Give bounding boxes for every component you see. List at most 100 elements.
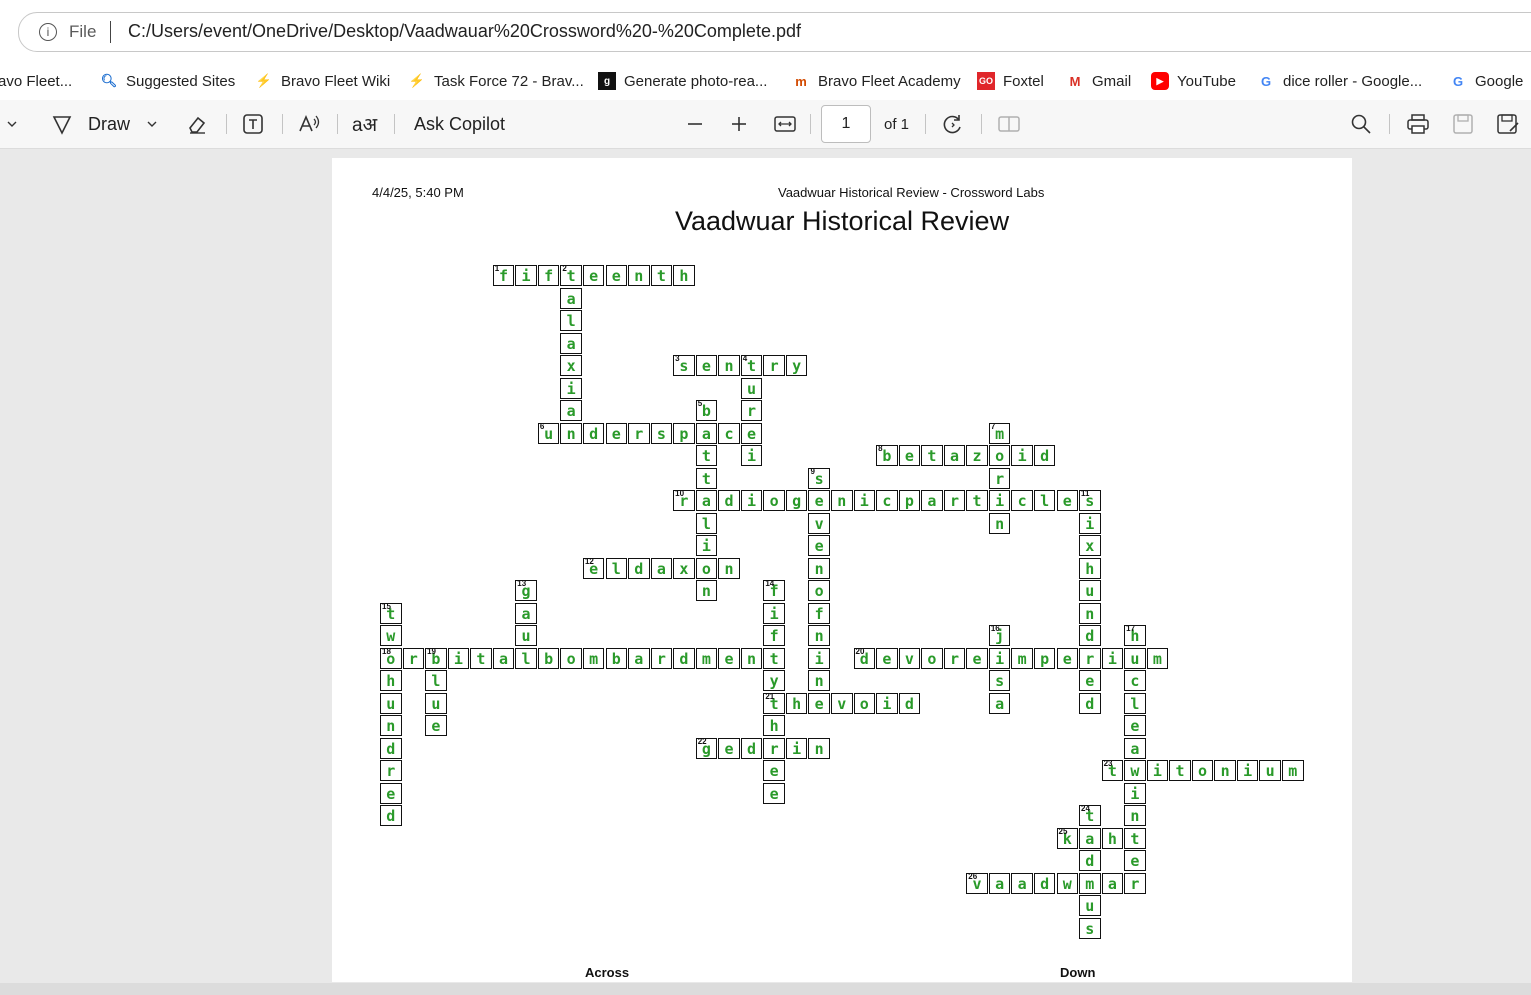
crossword-cell: e [380,782,402,804]
crossword-cell: t [966,490,988,511]
favorite-label: dice roller - Google... [1283,72,1423,90]
crossword-cell: e [718,647,740,669]
favorite-item[interactable]: ▶ YouTube [1151,67,1236,95]
chevron-down-icon[interactable] [6,108,18,140]
crossword-cell: r [380,760,402,781]
search-icon[interactable] [1350,108,1372,140]
crossword-cell: k 25 [1056,827,1078,849]
favorite-label: Gmail [1092,72,1132,90]
crossword-cell: a [1011,872,1033,894]
favorite-item[interactable]: avo Fleet... [0,67,72,95]
crossword-cell: m [1079,872,1101,894]
crossword-cell: e [966,647,988,669]
crossword-cell: b [537,647,560,669]
favorite-label: Google [1475,72,1524,90]
crossword-cell: i [1011,445,1033,466]
crossword-cell: o [560,647,582,669]
save-as-icon[interactable] [1496,108,1520,140]
info-icon[interactable]: i [39,23,57,41]
zoom-out-icon[interactable] [686,108,704,140]
pdf-viewer[interactable]: 4/4/25, 5:40 PM Vaadwuar Historical Revi… [0,149,1531,995]
crossword-cell: b [605,647,627,669]
clue-number: 8 [878,444,883,453]
favorite-item[interactable]: GO Foxtel [977,67,1044,95]
crossword-cell: n [740,647,763,669]
favorite-label: Bravo Fleet Wiki [281,72,391,90]
address-bar[interactable]: i File C:/Users/event/OneDrive/Desktop/V… [18,12,1531,52]
crossword-cell: e [718,737,740,759]
crossword-cell: r [1079,647,1101,669]
draw-options-chevron-down-icon[interactable] [146,108,158,140]
crossword-cell: u [1124,647,1146,669]
crossword-cell: g 22 [695,737,718,759]
crossword-cell: d [628,557,650,579]
crossword-cell: i [1146,760,1169,781]
crossword-cell: i [1236,760,1259,781]
down-heading: Down [1060,965,1096,980]
crossword-cell: i [988,490,1011,511]
save-icon[interactable] [1452,108,1474,140]
rotate-icon[interactable] [941,108,965,140]
favorite-item[interactable]: G Google [1449,67,1523,95]
google-icon: G [1452,73,1464,89]
clue-number: 11 [1081,489,1090,498]
clue-number: 6 [539,421,545,431]
crossword-cell: l [515,647,537,669]
crossword-cell: h [785,692,808,714]
horizontal-scrollbar[interactable] [0,983,1531,995]
bolt-icon: ⚡ [408,73,426,88]
crossword-cell: s9 [808,467,830,489]
favorite-item[interactable]: M Gmail [1066,67,1132,95]
favorite-item[interactable]: 🔍︎ Suggested Sites [100,67,236,95]
fit-to-width-icon[interactable] [774,108,796,140]
favorite-item[interactable]: ⚡ Task Force 72 - Brav... [408,67,584,95]
page-number-input[interactable]: 1 [821,105,871,143]
url-text[interactable]: C:/Users/event/OneDrive/Desktop/Vaadwaua… [128,21,801,42]
clue-number: 23 [1103,759,1113,768]
crossword-cell: e 12 [582,557,605,579]
crossword-title: Vaadwuar Historical Review [674,206,1010,236]
draw-button[interactable]: Draw [50,108,130,140]
crossword-cell: n [560,422,582,444]
crossword-cell: i [763,602,785,624]
favorite-label: Suggested Sites [126,72,236,90]
crossword-cell: d [673,647,695,669]
eraser-icon[interactable] [186,108,208,140]
read-aloud-icon[interactable] [298,108,322,140]
crossword-cell: e [1056,647,1078,669]
translate-icon[interactable]: aअ [352,108,377,140]
crossword-cell: b5 [695,399,718,421]
crossword-cell: e [582,265,605,286]
crossword-cell: l [605,557,627,579]
crossword-cell: f [763,625,785,646]
ask-copilot-button[interactable]: Ask Copilot [414,108,505,140]
crossword-cell: i [988,647,1011,669]
favorite-item[interactable]: m Bravo Fleet Academy [792,67,960,95]
crossword-cell: t 15 [380,602,402,624]
print-icon[interactable] [1406,108,1430,140]
crossword-cell: t 24 [1079,804,1101,826]
text-box-icon[interactable] [242,108,264,140]
favorite-item[interactable]: Gdice roller - Google... [1257,67,1422,95]
favorite-item[interactable]: ⚡ Bravo Fleet Wiki [255,67,390,95]
clue-number: 24 [1081,804,1090,813]
favorite-item[interactable]: g Generate photo-rea... [598,67,767,95]
page-view-icon[interactable] [997,108,1021,140]
crossword-cell: a [515,602,537,624]
crossword-cell: o [763,490,785,511]
foxtel-icon: GO [977,72,995,90]
crossword-cell: t2 [560,264,582,286]
print-date: 4/4/25, 5:40 PM [372,185,464,200]
favorite-label: avo Fleet... [0,72,73,90]
crossword-cell: i [740,490,763,511]
crossword-cell: h [1079,557,1101,579]
crossword-cell: i [515,265,537,286]
toolbar-separator [282,114,283,134]
clue-number: 2 [562,264,567,273]
crossword-cell: i [785,737,808,759]
crossword-cell: r [402,647,425,669]
crossword-cell: j 16 [988,624,1011,646]
zoom-in-icon[interactable] [730,108,748,140]
address-separator [110,21,111,43]
crossword-cell: x [1079,535,1101,556]
